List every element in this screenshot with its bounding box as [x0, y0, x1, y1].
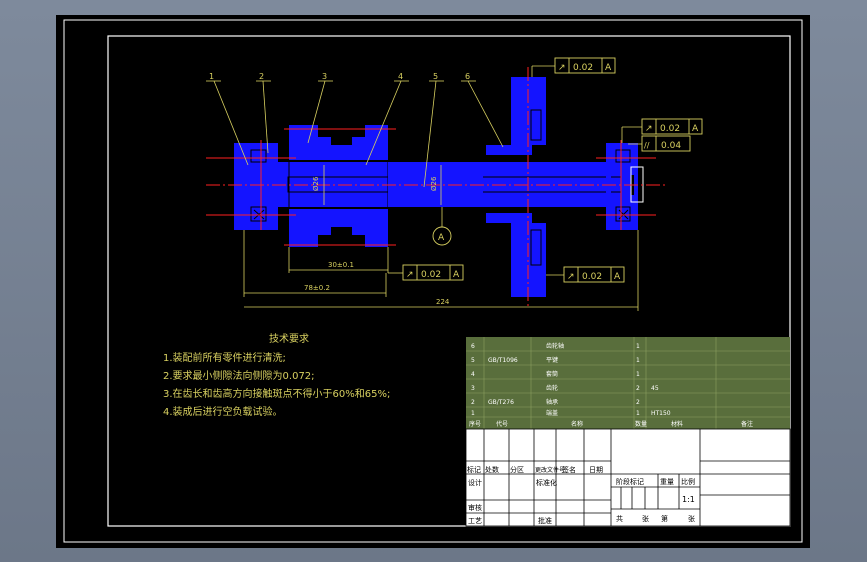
- note-line-1: 1.装配前所有零件进行清洗;: [163, 351, 286, 364]
- svg-text:数量: 数量: [635, 420, 647, 428]
- svg-text:齿轮: 齿轮: [546, 384, 558, 392]
- svg-text:A: A: [453, 270, 460, 280]
- svg-text:代号: 代号: [496, 420, 508, 428]
- svg-text:齿轮轴: 齿轮轴: [546, 342, 564, 350]
- gear-6-bottom: [486, 213, 546, 297]
- rev-header-sign: 签名: [562, 465, 576, 474]
- label-sheet-no: 第: [661, 514, 668, 523]
- svg-text:HT150: HT150: [651, 410, 671, 417]
- notes-title: 技术要求: [269, 332, 309, 345]
- svg-text:3: 3: [471, 385, 475, 392]
- svg-text:4: 4: [471, 371, 475, 378]
- svg-text:1: 1: [636, 357, 640, 364]
- label-sheet-total: 共: [616, 514, 623, 523]
- tolerance-frame-4: ↗ 0.02 A: [388, 264, 464, 281]
- svg-text:平键: 平键: [546, 356, 558, 364]
- svg-text:套筒: 套筒: [546, 370, 558, 378]
- svg-text:端盖: 端盖: [546, 409, 558, 417]
- svg-text:名称: 名称: [571, 420, 583, 428]
- svg-text:1: 1: [636, 371, 640, 378]
- svg-text:2: 2: [471, 399, 475, 406]
- svg-text:2: 2: [636, 385, 640, 392]
- balloon-2: 2: [259, 72, 264, 81]
- svg-text:6: 6: [471, 343, 475, 350]
- svg-text:1: 1: [471, 410, 475, 417]
- svg-text:2: 2: [636, 399, 640, 406]
- svg-text:轴承: 轴承: [546, 398, 558, 406]
- dia-label-2: Ø26: [430, 176, 438, 191]
- tolerance-frame-5: ↗ 0.02 A: [546, 266, 625, 283]
- svg-text:↗: ↗: [406, 270, 414, 280]
- balloon-4: 4: [398, 72, 403, 81]
- svg-text:↗: ↗: [567, 272, 575, 282]
- dia-label-1: Ø26: [312, 176, 320, 191]
- svg-text:1: 1: [636, 343, 640, 350]
- svg-text:材料: 材料: [671, 420, 683, 428]
- svg-text:备注: 备注: [741, 420, 753, 428]
- rev-header-date: 日期: [589, 466, 603, 474]
- svg-text:A: A: [605, 63, 612, 73]
- drawing-canvas[interactable]: 1 2 3 4 5 6 Ø26 Ø26 30±0.1 78±0.2 224 A …: [56, 15, 810, 548]
- gear-6-top: [486, 77, 546, 155]
- svg-text://: //: [644, 141, 650, 150]
- svg-text:5: 5: [471, 357, 475, 364]
- svg-text:45: 45: [651, 385, 659, 392]
- label-standardize: 标准化: [536, 478, 557, 487]
- balloon-1: 1: [209, 72, 214, 81]
- svg-text:0.02: 0.02: [573, 63, 593, 73]
- balloon-6: 6: [465, 72, 470, 81]
- rev-header-file: 更改文件号: [535, 466, 565, 474]
- label-sheet-unit2: 张: [688, 514, 695, 523]
- svg-text:1: 1: [636, 410, 640, 417]
- svg-text:A: A: [692, 124, 699, 134]
- label-stage: 阶段标记: [616, 477, 644, 486]
- gear-3-bottom: [289, 209, 388, 247]
- rev-header-mark: 标记: [467, 465, 481, 474]
- bom-table[interactable]: 6 齿轮轴 1 5 GB/T1096 平键 1 4 套筒 1 3 齿轮 2 45…: [466, 337, 790, 429]
- scale-value: 1:1: [682, 495, 695, 504]
- svg-text:GB/T276: GB/T276: [488, 399, 514, 406]
- note-line-4: 4.装成后进行空负载试验。: [163, 405, 283, 418]
- svg-text:A: A: [614, 272, 621, 282]
- label-approve: 批准: [538, 516, 552, 525]
- svg-text:0.04: 0.04: [661, 141, 681, 151]
- dim-224: 224: [436, 298, 450, 306]
- label-scale: 比例: [681, 477, 695, 486]
- label-sheet-unit: 张: [642, 514, 649, 523]
- cad-viewport[interactable]: 1 2 3 4 5 6 Ø26 Ø26 30±0.1 78±0.2 224 A …: [56, 15, 810, 548]
- label-design: 设计: [468, 478, 482, 487]
- label-review: 审核: [468, 503, 482, 512]
- gear-3-top: [289, 125, 388, 160]
- svg-text:GB/T1096: GB/T1096: [488, 357, 518, 364]
- svg-text:序号: 序号: [469, 420, 481, 428]
- svg-text:↗: ↗: [645, 124, 653, 134]
- rev-header-zone: 分区: [510, 465, 524, 474]
- dim-30: 30±0.1: [328, 261, 354, 269]
- svg-text:0.02: 0.02: [421, 270, 441, 280]
- label-process: 工艺: [468, 517, 482, 525]
- note-line-2: 2.要求最小侧隙法向侧隙为0.072;: [163, 369, 315, 382]
- balloon-3: 3: [322, 72, 327, 81]
- label-weight: 重量: [660, 478, 674, 486]
- svg-text:0.02: 0.02: [582, 272, 602, 282]
- datum-label: A: [438, 233, 445, 243]
- tolerance-frame-1: ↗ 0.02 A: [531, 57, 616, 77]
- balloon-5: 5: [433, 72, 438, 81]
- svg-text:0.02: 0.02: [660, 124, 680, 134]
- note-line-3: 3.在齿长和齿高方向接触斑点不得小于60%和65%;: [163, 387, 390, 400]
- dim-78: 78±0.2: [304, 284, 330, 292]
- title-block[interactable]: 标记 处数 分区 更改文件号 签名 日期 设计 标准化 审核 工艺 批准 阶段标…: [465, 428, 791, 527]
- svg-text:↗: ↗: [558, 63, 566, 73]
- rev-header-count: 处数: [485, 465, 499, 474]
